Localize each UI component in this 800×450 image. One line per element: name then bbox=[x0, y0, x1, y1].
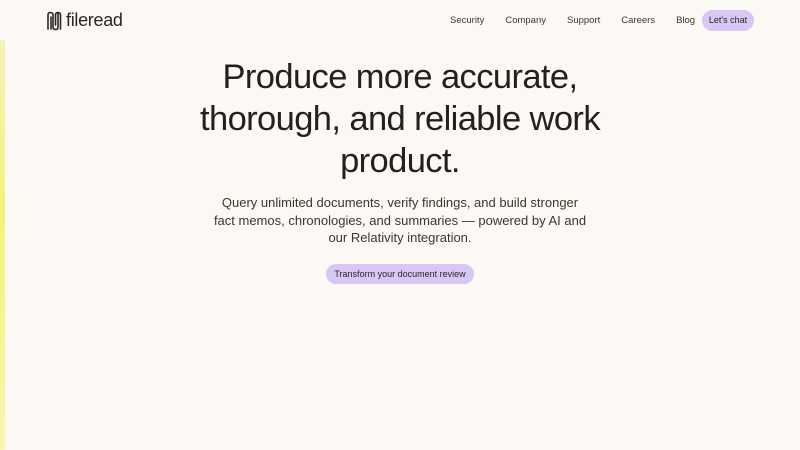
nav-link-company[interactable]: Company bbox=[505, 15, 546, 26]
fileread-logo-icon bbox=[46, 11, 62, 31]
nav-link-security[interactable]: Security bbox=[450, 15, 484, 26]
nav-link-support[interactable]: Support bbox=[567, 15, 600, 26]
nav-links: Security Company Support Careers Blog bbox=[450, 15, 695, 26]
brand-name: fileread bbox=[66, 10, 123, 30]
lets-chat-button[interactable]: Let's chat bbox=[702, 10, 754, 31]
brand-logo[interactable]: fileread bbox=[46, 10, 123, 31]
transform-document-review-button[interactable]: Transform your document review bbox=[326, 263, 474, 284]
hero-headline: Produce more accurate, thorough, and rel… bbox=[200, 58, 601, 180]
nav-link-blog[interactable]: Blog bbox=[676, 15, 695, 26]
hero-section: Produce more accurate, thorough, and rel… bbox=[0, 56, 800, 284]
nav-link-careers[interactable]: Careers bbox=[621, 15, 655, 26]
hero-subheadline: Query unlimited documents, verify findin… bbox=[213, 195, 587, 245]
top-navigation: fileread Security Company Support Career… bbox=[0, 0, 800, 42]
